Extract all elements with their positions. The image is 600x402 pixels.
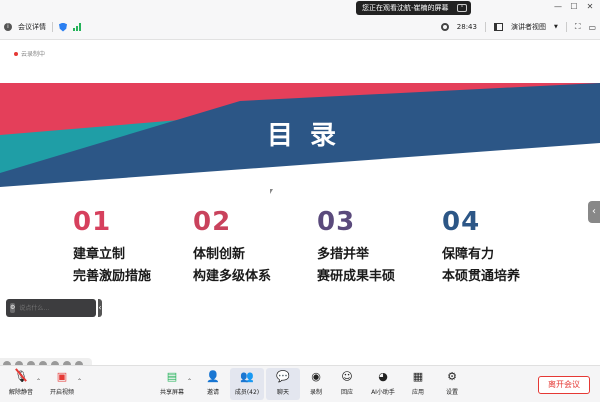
divider bbox=[484, 22, 486, 32]
invite-button[interactable]: 👤 邀请 bbox=[196, 369, 230, 397]
divider bbox=[52, 22, 53, 32]
emoji-icon: ☺ bbox=[341, 369, 353, 383]
shared-screen: 云录制中 目 录 01 建章立制 完善激励措施 02 体制创新 构建多级体系 0… bbox=[0, 41, 600, 372]
add-user-icon: 👤 bbox=[206, 369, 220, 383]
share-screen-label: 共享屏幕 bbox=[159, 389, 184, 396]
unmute-button[interactable]: 🎙 解除静音 bbox=[4, 369, 38, 397]
leave-meeting-button[interactable]: 离开会议 bbox=[538, 376, 590, 394]
expand-panel-handle[interactable]: ‹ bbox=[588, 201, 600, 223]
toc-line: 体制创新 bbox=[193, 247, 246, 262]
top-bar: 您正在观看沈航-崔楠的屏幕 ⌃ — ☐ ✕ i 会议详情 28:43 演讲者视图… bbox=[0, 0, 600, 40]
timer-icon bbox=[440, 23, 449, 31]
settings-label: 设置 bbox=[445, 389, 458, 396]
slide-title: 目 录 bbox=[267, 121, 341, 151]
toc-line: 赛研成果丰硕 bbox=[317, 269, 396, 284]
chat-input[interactable] bbox=[19, 302, 95, 314]
members-button[interactable]: 👥 成员(42) bbox=[230, 368, 264, 400]
toc-line: 建章立制 bbox=[73, 247, 126, 262]
toc-number: 03 bbox=[317, 207, 356, 237]
speaker-view-icon[interactable] bbox=[493, 23, 503, 31]
toc-number: 01 bbox=[73, 207, 112, 237]
toc-line: 本硕贯通培养 bbox=[442, 269, 521, 284]
invite-label: 邀请 bbox=[206, 389, 219, 396]
divider bbox=[565, 22, 567, 32]
meeting-timer: 28:43 bbox=[456, 23, 477, 31]
gear-icon: ⚙ bbox=[447, 369, 457, 383]
apps-grid-icon: ▦ bbox=[412, 369, 424, 383]
chat-bubble-icon: 💬 bbox=[276, 369, 290, 383]
signal-icon[interactable] bbox=[73, 23, 81, 31]
chat-button[interactable]: 💬 聊天 bbox=[266, 368, 300, 400]
ai-assistant-button[interactable]: ◕ AI小助手 bbox=[366, 369, 400, 397]
speaker-view-label[interactable]: 演讲者视图 bbox=[511, 22, 546, 32]
chevron-up-icon[interactable]: ⌃ bbox=[187, 378, 192, 385]
info-icon[interactable]: i bbox=[4, 23, 12, 31]
apps-label: 应用 bbox=[411, 389, 424, 396]
screen-share-notice[interactable]: 您正在观看沈航-崔楠的屏幕 ⌃ bbox=[356, 1, 471, 15]
chat-quick-bar: ⚙ ‹ bbox=[6, 299, 102, 317]
fullscreen-icon[interactable]: ⛶ bbox=[575, 22, 581, 32]
window-mode-icon[interactable]: ▭ bbox=[588, 23, 596, 32]
microphone-off-icon: 🎙 bbox=[14, 369, 28, 383]
chevron-down-icon[interactable]: ▼ bbox=[554, 24, 558, 30]
recording-indicator: 云录制中 bbox=[14, 49, 45, 58]
toc-item-3: 03 多措并举 赛研成果丰硕 bbox=[317, 207, 395, 284]
toc-line: 多措并举 bbox=[317, 247, 370, 262]
bottom-toolbar: 🎙 解除静音 ⌃ ▣ 开启视频 ⌃ ▤ 共享屏幕 ⌃ 👤 邀请 👥 成员(42)… bbox=[0, 365, 600, 402]
maximize-icon[interactable]: ☐ bbox=[568, 2, 580, 11]
toc-item-2: 02 体制创新 构建多级体系 bbox=[193, 207, 271, 284]
record-button[interactable]: ◉ 录制 bbox=[299, 369, 333, 397]
toc-item-4: 04 保障有力 本硕贯通培养 bbox=[442, 207, 520, 284]
collapse-chat-icon[interactable]: ‹ bbox=[98, 299, 102, 317]
settings-button[interactable]: ⚙ 设置 bbox=[435, 369, 469, 397]
share-screen-icon: ▤ bbox=[166, 369, 178, 383]
toc-line: 构建多级体系 bbox=[193, 269, 272, 284]
mouse-cursor-icon bbox=[270, 189, 273, 194]
chevron-up-icon[interactable]: ⌃ bbox=[77, 378, 82, 385]
chevron-up-icon[interactable]: ⌃ bbox=[36, 378, 41, 385]
screen-share-notice-text: 您正在观看沈航-崔楠的屏幕 bbox=[362, 4, 449, 12]
meeting-details-label[interactable]: 会议详情 bbox=[18, 22, 46, 32]
chat-label: 聊天 bbox=[276, 389, 289, 396]
start-video-button[interactable]: ▣ 开启视频 bbox=[45, 369, 79, 397]
ai-assistant-label: AI小助手 bbox=[371, 389, 395, 396]
members-label: 成员(42) bbox=[234, 389, 260, 396]
react-label: 回应 bbox=[340, 389, 353, 396]
toc-line: 完善激励措施 bbox=[73, 269, 152, 284]
close-icon[interactable]: ✕ bbox=[584, 2, 596, 11]
start-video-label: 开启视频 bbox=[49, 389, 74, 396]
record-icon: ◉ bbox=[311, 369, 321, 383]
toc-number: 02 bbox=[193, 207, 232, 237]
recording-dot-icon bbox=[14, 51, 18, 56]
camera-off-icon: ▣ bbox=[56, 369, 68, 383]
chat-settings-icon[interactable]: ⚙ bbox=[10, 303, 16, 313]
collapse-notice-icon[interactable]: ⌃ bbox=[457, 4, 467, 12]
toc-item-1: 01 建章立制 完善激励措施 bbox=[73, 207, 151, 284]
robot-icon: ◕ bbox=[378, 369, 388, 383]
minimize-icon[interactable]: — bbox=[552, 2, 564, 11]
record-label: 录制 bbox=[309, 389, 322, 396]
share-screen-button[interactable]: ▤ 共享屏幕 bbox=[155, 369, 189, 397]
react-button[interactable]: ☺ 回应 bbox=[330, 369, 364, 397]
members-icon: 👥 bbox=[240, 369, 254, 383]
unmute-label: 解除静音 bbox=[8, 389, 33, 396]
apps-button[interactable]: ▦ 应用 bbox=[401, 369, 435, 397]
shield-icon[interactable] bbox=[59, 22, 67, 32]
toc-line: 保障有力 bbox=[442, 247, 495, 262]
recording-label: 云录制中 bbox=[21, 51, 46, 58]
toc-number: 04 bbox=[442, 207, 481, 237]
